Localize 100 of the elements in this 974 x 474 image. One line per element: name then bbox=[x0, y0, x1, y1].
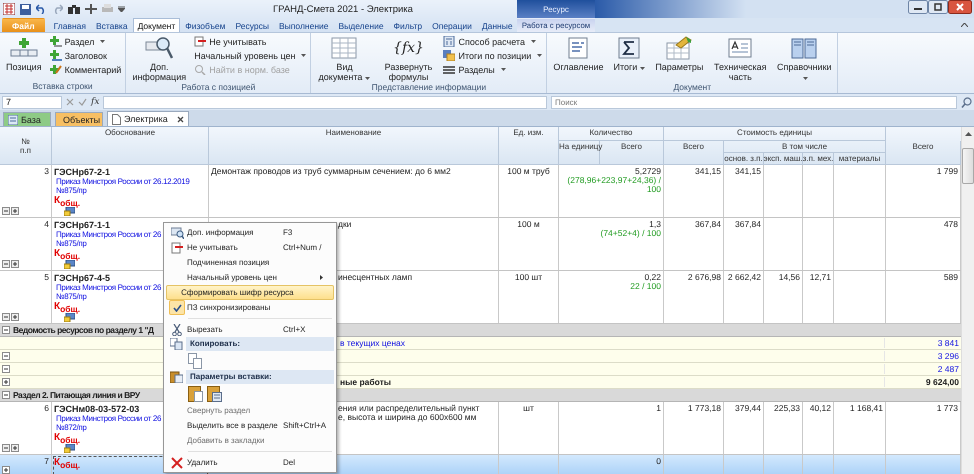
caret-icon bbox=[803, 77, 808, 80]
quantity-formula: (278,96+223,97+24,36) / 100 bbox=[567, 176, 661, 194]
undo-icon[interactable] bbox=[36, 4, 47, 14]
document-tab[interactable]: База bbox=[3, 112, 51, 126]
ribbon-button[interactable]: Способ расчета bbox=[443, 36, 542, 47]
resource-icon[interactable] bbox=[64, 207, 75, 216]
collapse-expand-icon[interactable] bbox=[2, 444, 19, 452]
ribbon-button[interactable]: Не учитывать bbox=[194, 36, 306, 47]
ribbon-tab[interactable]: Фильтр bbox=[388, 18, 428, 32]
ribbon-button[interactable]: Оглавление bbox=[551, 36, 606, 72]
ribbon-tab[interactable]: Физобъем bbox=[180, 18, 230, 32]
paste-option-icon[interactable] bbox=[207, 385, 222, 402]
save-icon[interactable] bbox=[20, 4, 31, 14]
ribbon-button[interactable]: Начальный уровень цен bbox=[194, 50, 306, 61]
menu-item[interactable]: Начальный уровень цен bbox=[166, 270, 334, 285]
minimize-button[interactable] bbox=[908, 0, 928, 14]
function-button[interactable]: fx bbox=[91, 97, 100, 107]
ribbon-button[interactable]: Доп. информация bbox=[130, 36, 188, 82]
menu-item[interactable]: Не учитывать Ctrl+Num / bbox=[166, 240, 334, 255]
caret-icon bbox=[365, 77, 370, 80]
collapse-expand-icon[interactable] bbox=[2, 313, 19, 321]
collapse-ribbon-icon[interactable] bbox=[961, 23, 968, 27]
formula-field[interactable] bbox=[103, 96, 547, 108]
menu-item[interactable]: Доп. информация F3 bbox=[166, 225, 334, 240]
menu-item[interactable]: Удалить Del bbox=[166, 455, 334, 470]
contents-icon bbox=[567, 37, 590, 59]
close-button[interactable] bbox=[948, 0, 972, 14]
document-tab[interactable]: Электрика bbox=[107, 111, 189, 126]
restore-button[interactable] bbox=[928, 0, 948, 14]
collapse-expand-icon[interactable] bbox=[2, 260, 19, 268]
caret-icon bbox=[537, 54, 542, 57]
ribbon-button[interactable]: Раздел bbox=[50, 36, 122, 47]
customize-icon[interactable] bbox=[118, 6, 125, 12]
expand-icon[interactable] bbox=[2, 378, 10, 386]
binoculars-icon[interactable] bbox=[68, 4, 80, 14]
database-icon bbox=[8, 114, 18, 124]
column-header: эксп. маш. bbox=[763, 154, 803, 163]
table-row[interactable]: 3 ГЭСНр67-2-1 Приказ Минстроя России от 26.12.2019 №875/пр К$_{общ.}$ Демонтаж проводов из труб суммарным сечением: до 6 мм2 100 м труб 5,2729 (278,96+223,97+24,36) / 100 341,15 341,15 1 799 bbox=[0, 165, 961, 218]
collapse-icon[interactable] bbox=[2, 352, 10, 360]
ribbon-tab[interactable]: Главная bbox=[48, 18, 91, 32]
ribbon-button[interactable]: Итоги по позиции bbox=[443, 50, 542, 61]
check-icon bbox=[172, 304, 182, 312]
menu-item[interactable]: Вырезать Ctrl+X bbox=[166, 322, 334, 337]
resource-icon[interactable] bbox=[64, 444, 75, 453]
source-link[interactable]: Приказ Минстроя России от 26 №875/пр bbox=[56, 283, 162, 301]
column-header: Стоимость единицы bbox=[737, 128, 812, 137]
search-icon[interactable] bbox=[961, 96, 972, 108]
paste-option-icon[interactable] bbox=[188, 385, 203, 402]
delete-icon bbox=[171, 456, 183, 468]
ribbon-button[interactable]: Комментарий bbox=[50, 64, 122, 75]
scroll-thumb[interactable] bbox=[962, 148, 974, 184]
expand-icon[interactable] bbox=[2, 466, 10, 474]
group-title: Вставка строки bbox=[32, 81, 94, 93]
scrollbar[interactable] bbox=[961, 127, 974, 474]
paste-icon bbox=[170, 371, 182, 383]
menu-item[interactable]: ПЗ синхронизированы bbox=[166, 300, 334, 315]
resource-icon[interactable] bbox=[64, 260, 75, 269]
cell-address-field[interactable]: 7 bbox=[2, 96, 62, 108]
ribbon-button[interactable]: Техническая часть bbox=[711, 36, 770, 82]
collapse-icon[interactable] bbox=[2, 326, 10, 334]
ribbon-button[interactable]: Вид документа bbox=[315, 36, 374, 82]
code-text: ГЭСНр67-1-1 bbox=[54, 220, 110, 230]
ribbon-button[interactable]: {fx} Развернуть формулы bbox=[379, 36, 438, 82]
table-cell: 1 773,18 bbox=[688, 404, 721, 413]
menu-heading: Копировать: bbox=[186, 337, 334, 351]
source-link[interactable]: Приказ Минстроя России от 26.12.2019 №875/пр bbox=[56, 177, 190, 195]
ribbon-tab[interactable]: Данные bbox=[476, 18, 518, 32]
checkbox[interactable] bbox=[169, 300, 185, 315]
search-field[interactable]: Поиск bbox=[551, 96, 957, 108]
menu-item[interactable]: Подчиненная позиция bbox=[166, 255, 334, 270]
app-logo-icon[interactable] bbox=[3, 3, 15, 15]
ribbon-tab[interactable]: Выделение bbox=[334, 18, 389, 32]
scroll-up-icon[interactable] bbox=[964, 132, 972, 136]
ribbon-button[interactable]: Итоги bbox=[612, 36, 648, 72]
collapse-icon[interactable] bbox=[2, 365, 10, 373]
scissors-icon bbox=[172, 324, 182, 336]
collapse-expand-icon[interactable] bbox=[2, 207, 19, 215]
source-link[interactable]: Приказ Минстроя России от 26 №875/пр bbox=[56, 230, 162, 248]
copy-icon bbox=[170, 338, 182, 350]
document-tab[interactable]: Объекты bbox=[55, 112, 103, 126]
ribbon-button[interactable]: Справочники bbox=[775, 36, 834, 82]
ribbon-tab[interactable]: Выполнение bbox=[274, 18, 334, 32]
ribbon-button[interactable]: Разделы bbox=[443, 64, 542, 75]
menu-item[interactable]: Выделить все в разделе Shift+Ctrl+A bbox=[166, 418, 334, 433]
ribbon-button[interactable]: Позиция bbox=[4, 36, 44, 72]
ribbon-tab[interactable]: Документ bbox=[132, 18, 180, 32]
resource-icon[interactable] bbox=[64, 313, 75, 322]
ribbon-tab[interactable]: Операции bbox=[427, 18, 477, 32]
ribbon-tab[interactable]: Ресурсы bbox=[230, 18, 274, 32]
row-number: 7 bbox=[44, 457, 49, 466]
ribbon-button[interactable]: Параметры bbox=[653, 36, 706, 72]
ribbon-tab[interactable]: Вставка bbox=[90, 18, 133, 32]
menu-item[interactable]: Сформировать шифр ресурса bbox=[166, 285, 334, 300]
source-link[interactable]: Приказ Минстроя России от 26 №872/пр bbox=[56, 414, 162, 432]
close-icon[interactable] bbox=[176, 116, 184, 122]
quantity-value: 0 bbox=[656, 457, 661, 466]
copy-option-icon[interactable] bbox=[188, 352, 202, 368]
ribbon-button[interactable]: Заголовок bbox=[50, 50, 122, 61]
collapse-icon[interactable] bbox=[2, 391, 10, 399]
column-header: Обоснование bbox=[104, 128, 156, 137]
